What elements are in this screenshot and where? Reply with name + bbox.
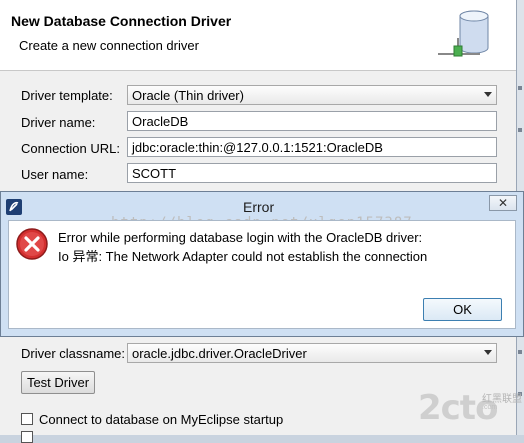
next-option-checkbox[interactable] xyxy=(21,431,33,443)
error-icon xyxy=(16,228,48,260)
background-mark xyxy=(518,350,522,354)
background-mark xyxy=(518,128,522,132)
driver-classname-value: oracle.jdbc.driver.OracleDriver xyxy=(132,346,307,361)
error-message-line2: Io 异常: The Network Adapter could not est… xyxy=(58,249,428,264)
connection-url-input[interactable]: jdbc:oracle:thin:@127.0.0.1:1521:OracleD… xyxy=(127,137,497,157)
connect-on-startup-checkbox[interactable] xyxy=(21,413,33,425)
driver-classname-select[interactable]: oracle.jdbc.driver.OracleDriver xyxy=(127,343,497,363)
wizard-subtitle: Create a new connection driver xyxy=(19,38,199,53)
connection-url-label: Connection URL: xyxy=(21,141,120,156)
error-message-line1: Error while performing database login wi… xyxy=(58,230,423,245)
site-logo-sub: .com xyxy=(482,404,498,411)
user-name-label: User name: xyxy=(21,167,89,182)
close-button[interactable]: ✕ xyxy=(489,195,517,211)
driver-classname-label: Driver classname: xyxy=(21,346,126,361)
driver-name-label: Driver name: xyxy=(21,115,96,130)
background-mark xyxy=(518,86,522,90)
connect-on-startup-label: Connect to database on MyEclipse startup xyxy=(39,412,284,427)
myeclipse-app-icon xyxy=(6,199,22,215)
site-logo: 2cto 红黑联盟 .com xyxy=(388,384,524,435)
driver-template-value: Oracle (Thin driver) xyxy=(132,88,244,103)
chevron-down-icon xyxy=(484,350,492,355)
user-name-input[interactable]: SCOTT xyxy=(127,163,497,183)
test-driver-button[interactable]: Test Driver xyxy=(21,371,95,394)
wizard-banner: New Database Connection Driver Create a … xyxy=(0,0,516,71)
ok-button[interactable]: OK xyxy=(423,298,502,321)
database-connection-icon xyxy=(438,10,489,57)
error-dialog: Error http://blog.csdn.net/xlgen157387 ✕… xyxy=(0,191,524,337)
driver-name-input[interactable]: OracleDB xyxy=(127,111,497,131)
error-dialog-body: Error while performing database login wi… xyxy=(8,220,516,329)
chevron-down-icon xyxy=(484,92,492,97)
error-dialog-title: Error xyxy=(243,199,275,215)
site-logo-cn: 红黑联盟 xyxy=(482,394,522,405)
driver-template-label: Driver template: xyxy=(21,88,113,103)
wizard-title: New Database Connection Driver xyxy=(11,13,232,29)
driver-template-select[interactable]: Oracle (Thin driver) xyxy=(127,85,497,105)
